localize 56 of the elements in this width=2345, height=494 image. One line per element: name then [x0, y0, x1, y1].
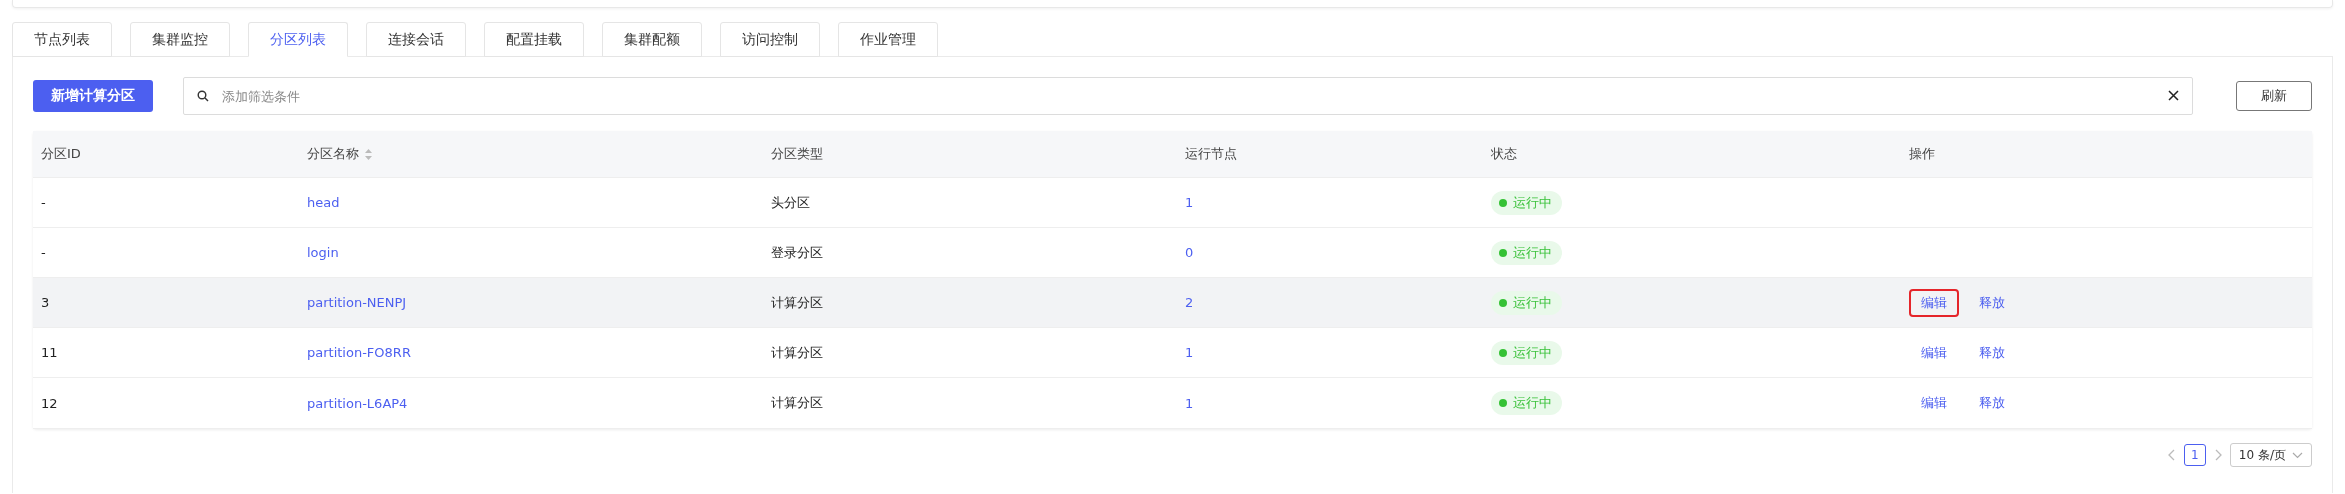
tab[interactable]: 集群配额	[602, 22, 702, 57]
status-badge: 运行中	[1491, 391, 1562, 415]
chevron-down-icon	[2292, 451, 2303, 459]
action-link[interactable]: 编辑	[1909, 389, 1959, 417]
tab[interactable]: 作业管理	[838, 22, 938, 57]
table-cell-text: 11	[41, 345, 59, 360]
table-cell-text: -	[41, 195, 47, 210]
column-header: 分区名称	[307, 145, 359, 163]
partition-link[interactable]: partition-FO8RR	[307, 345, 411, 360]
action-link[interactable]: 释放	[1967, 288, 2017, 317]
status-badge: 运行中	[1491, 290, 1562, 315]
page-button[interactable]: 1	[2183, 444, 2206, 466]
status-badge: 运行中	[1491, 240, 1562, 265]
table-cell-text: -	[41, 245, 47, 260]
tab[interactable]: 连接会话	[366, 22, 466, 57]
table-cell-text: 头分区	[771, 193, 811, 212]
column-header: 运行节点	[1185, 145, 1237, 163]
tab[interactable]: 节点列表	[12, 22, 112, 57]
next-page-icon[interactable]	[2213, 449, 2222, 461]
table-cell-text: 12	[41, 395, 59, 411]
table-cell-text: 计算分区	[771, 394, 824, 412]
status-badge: 运行中	[1491, 190, 1562, 215]
search-icon	[197, 90, 209, 102]
refresh-button[interactable]: 刷新	[2236, 81, 2312, 111]
node-count-link[interactable]: 0	[1185, 245, 1194, 260]
partition-link[interactable]: partition-L6AP4	[307, 395, 408, 411]
node-count-link[interactable]: 2	[1185, 295, 1194, 310]
tab[interactable]: 配置挂载	[484, 22, 584, 57]
partition-link[interactable]: partition-NENPJ	[307, 295, 407, 310]
action-link[interactable]: 释放	[1967, 338, 2017, 367]
table-cell-text: 3	[41, 295, 51, 310]
node-count-link[interactable]: 1	[1185, 395, 1194, 411]
partition-link[interactable]: head	[307, 195, 340, 210]
status-badge: 运行中	[1491, 340, 1562, 365]
tab[interactable]: 分区列表	[248, 22, 348, 57]
node-count-link[interactable]: 1	[1185, 345, 1194, 360]
clear-icon[interactable]	[2168, 90, 2179, 101]
sort-icon[interactable]	[365, 148, 372, 160]
prev-page-icon[interactable]	[2167, 449, 2176, 461]
partition-link[interactable]: login	[307, 245, 339, 260]
table-cell-text: 计算分区	[771, 343, 824, 362]
action-link[interactable]: 释放	[1967, 389, 2017, 417]
node-count-link[interactable]: 1	[1185, 195, 1194, 210]
column-header: 分区类型	[771, 145, 823, 163]
filter-field[interactable]: 添加筛选条件	[183, 77, 2193, 115]
tab[interactable]: 访问控制	[720, 22, 820, 57]
column-header: 状态	[1491, 145, 1517, 163]
tab[interactable]: 集群监控	[130, 22, 230, 57]
action-link[interactable]: 编辑	[1909, 338, 1959, 367]
action-link[interactable]: 编辑	[1909, 288, 1959, 317]
column-header: 分区ID	[41, 145, 81, 163]
page-size-select[interactable]: 10 条/页	[2229, 443, 2312, 467]
column-header: 操作	[1909, 145, 1935, 163]
table-cell-text: 登录分区	[771, 243, 824, 262]
add-partition-button[interactable]: 新增计算分区	[33, 80, 153, 112]
table-cell-text: 计算分区	[771, 293, 824, 312]
